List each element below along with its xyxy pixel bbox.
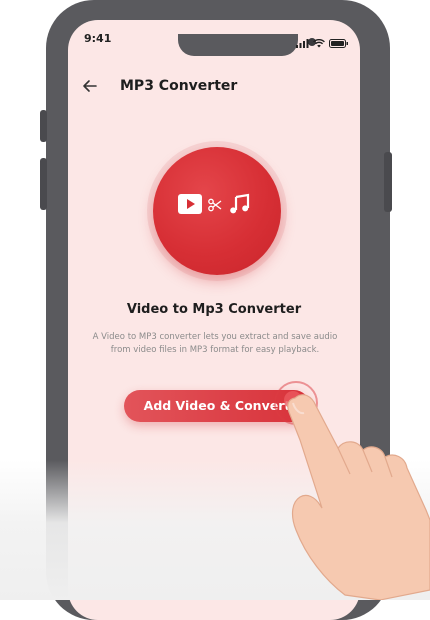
hand-shape [287, 394, 430, 600]
pointing-hand-icon [287, 394, 430, 600]
